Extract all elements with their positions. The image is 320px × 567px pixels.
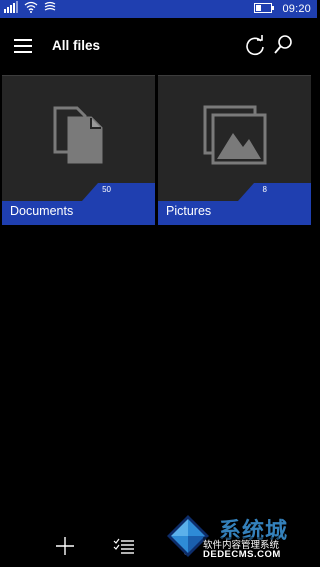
watermark: 系统城 软件内容管理系统 DEDECMS.COM [163, 509, 313, 565]
search-icon[interactable] [272, 34, 294, 56]
refresh-icon[interactable] [244, 35, 266, 57]
folder-tile-documents[interactable]: 50 Documents [2, 75, 155, 225]
folder-tile-pictures[interactable]: 8 Pictures [158, 75, 311, 225]
wifi-icon [24, 0, 38, 18]
status-clock: 09:20 [282, 3, 311, 15]
signal-icon [4, 0, 18, 18]
documents-icon [2, 90, 155, 180]
tile-footer: 8 Pictures [158, 183, 311, 225]
pictures-icon [158, 90, 311, 180]
page-title: All files [52, 38, 101, 53]
tile-count: 50 [102, 185, 111, 194]
tile-label: Pictures [166, 204, 212, 218]
status-left [4, 0, 56, 18]
tile-footer: 50 Documents [2, 183, 155, 225]
tile-count: 8 [262, 185, 267, 194]
select-list-icon[interactable] [113, 535, 135, 557]
add-icon[interactable] [54, 535, 76, 557]
status-bar: 09:20 [0, 0, 317, 18]
battery-icon [254, 0, 275, 18]
tile-label: Documents [10, 204, 74, 218]
hamburger-menu-icon[interactable] [14, 39, 34, 53]
header-bar: All files [0, 18, 317, 74]
nfc-icon [44, 0, 56, 18]
status-right: 09:20 [254, 1, 311, 17]
watermark-url: DEDECMS.COM [203, 549, 281, 560]
